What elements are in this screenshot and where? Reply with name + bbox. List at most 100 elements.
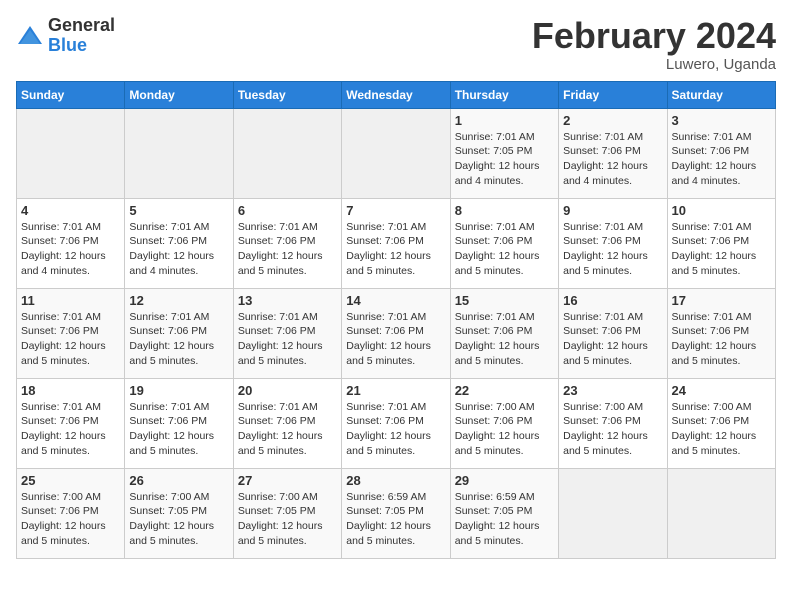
calendar-cell: 3 Sunrise: 7:01 AM Sunset: 7:06 PM Daylig… bbox=[667, 108, 775, 198]
day-info: Sunrise: 7:01 AM Sunset: 7:06 PM Dayligh… bbox=[672, 310, 771, 369]
calendar-cell: 10 Sunrise: 7:01 AM Sunset: 7:06 PM Dayli… bbox=[667, 198, 775, 288]
day-number: 5 bbox=[129, 203, 228, 218]
day-number: 26 bbox=[129, 473, 228, 488]
day-number: 9 bbox=[563, 203, 662, 218]
day-info: Sunrise: 7:01 AM Sunset: 7:06 PM Dayligh… bbox=[455, 310, 554, 369]
calendar-cell: 13 Sunrise: 7:01 AM Sunset: 7:06 PM Dayli… bbox=[233, 288, 341, 378]
header-cell-wednesday: Wednesday bbox=[342, 81, 450, 108]
day-number: 22 bbox=[455, 383, 554, 398]
day-number: 17 bbox=[672, 293, 771, 308]
day-number: 27 bbox=[238, 473, 337, 488]
calendar-cell: 8Sunrise: 7:01 AM Sunset: 7:06 PM Daylig… bbox=[450, 198, 558, 288]
day-info: Sunrise: 7:01 AM Sunset: 7:06 PM Dayligh… bbox=[129, 310, 228, 369]
day-number: 7 bbox=[346, 203, 445, 218]
calendar-cell: 16 Sunrise: 7:01 AM Sunset: 7:06 PM Dayli… bbox=[559, 288, 667, 378]
day-number: 11 bbox=[21, 293, 120, 308]
day-info: Sunrise: 6:59 AM Sunset: 7:05 PM Dayligh… bbox=[346, 490, 445, 549]
day-info: Sunrise: 7:00 AM Sunset: 7:06 PM Dayligh… bbox=[21, 490, 120, 549]
calendar-cell: 28Sunrise: 6:59 AM Sunset: 7:05 PM Dayli… bbox=[342, 468, 450, 558]
header-cell-tuesday: Tuesday bbox=[233, 81, 341, 108]
calendar-table: SundayMondayTuesdayWednesdayThursdayFrid… bbox=[16, 81, 776, 559]
calendar-cell: 21 Sunrise: 7:01 AM Sunset: 7:06 PM Dayli… bbox=[342, 378, 450, 468]
day-number: 3 bbox=[672, 113, 771, 128]
day-number: 18 bbox=[21, 383, 120, 398]
logo-icon bbox=[16, 22, 44, 50]
week-row-3: 18 Sunrise: 7:01 AM Sunset: 7:06 PM Dayli… bbox=[17, 378, 776, 468]
week-row-2: 11 Sunrise: 7:01 AM Sunset: 7:06 PM Dayli… bbox=[17, 288, 776, 378]
day-number: 14 bbox=[346, 293, 445, 308]
day-number: 19 bbox=[129, 383, 228, 398]
calendar-cell: 22 Sunrise: 7:00 AM Sunset: 7:06 PM Dayli… bbox=[450, 378, 558, 468]
calendar-cell: 17 Sunrise: 7:01 AM Sunset: 7:06 PM Dayli… bbox=[667, 288, 775, 378]
day-info: Sunrise: 7:01 AM Sunset: 7:06 PM Dayligh… bbox=[21, 310, 120, 369]
day-info: Sunrise: 7:01 AM Sunset: 7:06 PM Dayligh… bbox=[346, 400, 445, 459]
header-row: SundayMondayTuesdayWednesdayThursdayFrid… bbox=[17, 81, 776, 108]
calendar-cell: 15 Sunrise: 7:01 AM Sunset: 7:06 PM Dayli… bbox=[450, 288, 558, 378]
day-info: Sunrise: 7:01 AM Sunset: 7:06 PM Dayligh… bbox=[129, 400, 228, 459]
week-row-0: 1 Sunrise: 7:01 AM Sunset: 7:05 PM Daylig… bbox=[17, 108, 776, 198]
day-info: Sunrise: 7:00 AM Sunset: 7:06 PM Dayligh… bbox=[455, 400, 554, 459]
calendar-cell: 9Sunrise: 7:01 AM Sunset: 7:06 PM Daylig… bbox=[559, 198, 667, 288]
calendar-cell bbox=[559, 468, 667, 558]
header-cell-monday: Monday bbox=[125, 81, 233, 108]
calendar-cell: 6Sunrise: 7:01 AM Sunset: 7:06 PM Daylig… bbox=[233, 198, 341, 288]
header-cell-thursday: Thursday bbox=[450, 81, 558, 108]
day-number: 4 bbox=[21, 203, 120, 218]
title-area: February 2024 Luwero, Uganda bbox=[532, 16, 776, 73]
day-number: 2 bbox=[563, 113, 662, 128]
day-info: Sunrise: 7:01 AM Sunset: 7:06 PM Dayligh… bbox=[346, 220, 445, 279]
calendar-cell: 27 Sunrise: 7:00 AM Sunset: 7:05 PM Dayli… bbox=[233, 468, 341, 558]
calendar-cell: 19 Sunrise: 7:01 AM Sunset: 7:06 PM Dayli… bbox=[125, 378, 233, 468]
week-row-4: 25 Sunrise: 7:00 AM Sunset: 7:06 PM Dayli… bbox=[17, 468, 776, 558]
day-info: Sunrise: 7:00 AM Sunset: 7:06 PM Dayligh… bbox=[563, 400, 662, 459]
day-info: Sunrise: 7:01 AM Sunset: 7:06 PM Dayligh… bbox=[238, 220, 337, 279]
header-cell-saturday: Saturday bbox=[667, 81, 775, 108]
day-info: Sunrise: 7:01 AM Sunset: 7:06 PM Dayligh… bbox=[672, 220, 771, 279]
day-info: Sunrise: 7:01 AM Sunset: 7:06 PM Dayligh… bbox=[346, 310, 445, 369]
day-number: 16 bbox=[563, 293, 662, 308]
day-info: Sunrise: 6:59 AM Sunset: 7:05 PM Dayligh… bbox=[455, 490, 554, 549]
day-info: Sunrise: 7:01 AM Sunset: 7:06 PM Dayligh… bbox=[672, 130, 771, 189]
day-number: 13 bbox=[238, 293, 337, 308]
day-info: Sunrise: 7:01 AM Sunset: 7:05 PM Dayligh… bbox=[455, 130, 554, 189]
calendar-cell bbox=[233, 108, 341, 198]
day-number: 10 bbox=[672, 203, 771, 218]
calendar-cell: 2 Sunrise: 7:01 AM Sunset: 7:06 PM Daylig… bbox=[559, 108, 667, 198]
day-info: Sunrise: 7:01 AM Sunset: 7:06 PM Dayligh… bbox=[563, 130, 662, 189]
day-info: Sunrise: 7:00 AM Sunset: 7:05 PM Dayligh… bbox=[238, 490, 337, 549]
calendar-cell: 4 Sunrise: 7:01 AM Sunset: 7:06 PM Daylig… bbox=[17, 198, 125, 288]
day-info: Sunrise: 7:01 AM Sunset: 7:06 PM Dayligh… bbox=[129, 220, 228, 279]
calendar-cell: 11 Sunrise: 7:01 AM Sunset: 7:06 PM Dayli… bbox=[17, 288, 125, 378]
calendar-cell bbox=[342, 108, 450, 198]
day-number: 1 bbox=[455, 113, 554, 128]
day-info: Sunrise: 7:01 AM Sunset: 7:06 PM Dayligh… bbox=[238, 400, 337, 459]
day-number: 24 bbox=[672, 383, 771, 398]
day-info: Sunrise: 7:01 AM Sunset: 7:06 PM Dayligh… bbox=[563, 310, 662, 369]
day-info: Sunrise: 7:01 AM Sunset: 7:06 PM Dayligh… bbox=[21, 400, 120, 459]
week-row-1: 4 Sunrise: 7:01 AM Sunset: 7:06 PM Daylig… bbox=[17, 198, 776, 288]
month-title: February 2024 bbox=[532, 16, 776, 56]
calendar-cell: 25 Sunrise: 7:00 AM Sunset: 7:06 PM Dayli… bbox=[17, 468, 125, 558]
day-info: Sunrise: 7:01 AM Sunset: 7:06 PM Dayligh… bbox=[238, 310, 337, 369]
day-number: 15 bbox=[455, 293, 554, 308]
day-number: 29 bbox=[455, 473, 554, 488]
day-number: 25 bbox=[21, 473, 120, 488]
page-header: General Blue February 2024 Luwero, Ugand… bbox=[16, 16, 776, 73]
calendar-cell: 5 Sunrise: 7:01 AM Sunset: 7:06 PM Daylig… bbox=[125, 198, 233, 288]
day-number: 23 bbox=[563, 383, 662, 398]
day-number: 12 bbox=[129, 293, 228, 308]
calendar-cell: 26Sunrise: 7:00 AM Sunset: 7:05 PM Dayli… bbox=[125, 468, 233, 558]
calendar-cell: 18 Sunrise: 7:01 AM Sunset: 7:06 PM Dayli… bbox=[17, 378, 125, 468]
logo: General Blue bbox=[16, 16, 115, 56]
calendar-cell: 20Sunrise: 7:01 AM Sunset: 7:06 PM Dayli… bbox=[233, 378, 341, 468]
day-number: 21 bbox=[346, 383, 445, 398]
calendar-cell bbox=[17, 108, 125, 198]
calendar-cell bbox=[125, 108, 233, 198]
location: Luwero, Uganda bbox=[532, 56, 776, 73]
day-info: Sunrise: 7:00 AM Sunset: 7:06 PM Dayligh… bbox=[672, 400, 771, 459]
calendar-cell: 1 Sunrise: 7:01 AM Sunset: 7:05 PM Daylig… bbox=[450, 108, 558, 198]
calendar-cell: 24 Sunrise: 7:00 AM Sunset: 7:06 PM Dayli… bbox=[667, 378, 775, 468]
day-number: 8 bbox=[455, 203, 554, 218]
day-info: Sunrise: 7:01 AM Sunset: 7:06 PM Dayligh… bbox=[21, 220, 120, 279]
calendar-cell bbox=[667, 468, 775, 558]
